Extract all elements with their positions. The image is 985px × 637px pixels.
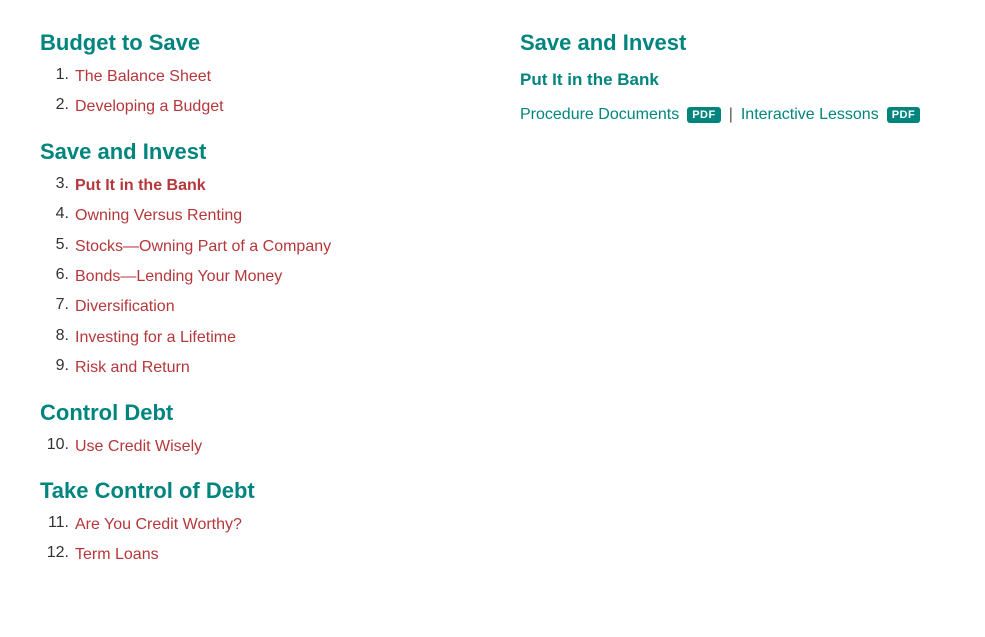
list-number: 5. <box>40 236 75 254</box>
list-link[interactable]: Are You Credit Worthy? <box>75 514 242 536</box>
list-save-and-invest: 3.Put It in the Bank4.Owning Versus Rent… <box>40 175 480 380</box>
procedure-pdf-badge[interactable]: PDF <box>687 107 721 123</box>
list-item: 10.Use Credit Wisely <box>40 436 480 458</box>
interactive-pdf-badge[interactable]: PDF <box>887 107 921 123</box>
list-link[interactable]: Developing a Budget <box>75 96 224 118</box>
list-number: 11. <box>40 514 75 532</box>
list-item: 3.Put It in the Bank <box>40 175 480 197</box>
left-column: Budget to Save1.The Balance Sheet2.Devel… <box>40 30 500 577</box>
section-heading-control-debt: Control Debt <box>40 400 480 426</box>
procedure-documents-label: Procedure Documents <box>520 106 679 124</box>
list-budget-to-save: 1.The Balance Sheet2.Developing a Budget <box>40 66 480 119</box>
page-container: Budget to Save1.The Balance Sheet2.Devel… <box>0 0 985 607</box>
list-link[interactable]: The Balance Sheet <box>75 66 211 88</box>
list-item: 12.Term Loans <box>40 544 480 566</box>
list-item: 11.Are You Credit Worthy? <box>40 514 480 536</box>
list-link[interactable]: Diversification <box>75 296 175 318</box>
list-number: 3. <box>40 175 75 193</box>
list-link[interactable]: Bonds—Lending Your Money <box>75 266 282 288</box>
procedure-row: Procedure Documents PDF | Interactive Le… <box>520 106 945 124</box>
list-link[interactable]: Put It in the Bank <box>75 175 206 197</box>
list-item: 9.Risk and Return <box>40 357 480 379</box>
list-number: 4. <box>40 205 75 223</box>
list-item: 2.Developing a Budget <box>40 96 480 118</box>
list-number: 12. <box>40 544 75 562</box>
list-item: 7.Diversification <box>40 296 480 318</box>
section-heading-budget-to-save: Budget to Save <box>40 30 480 56</box>
list-number: 2. <box>40 96 75 114</box>
list-link[interactable]: Stocks—Owning Part of a Company <box>75 236 331 258</box>
list-number: 7. <box>40 296 75 314</box>
interactive-lessons-label: Interactive Lessons <box>741 106 879 124</box>
list-link[interactable]: Investing for a Lifetime <box>75 327 236 349</box>
section-heading-take-control-of-debt: Take Control of Debt <box>40 478 480 504</box>
list-take-control-of-debt: 11.Are You Credit Worthy?12.Term Loans <box>40 514 480 567</box>
list-number: 8. <box>40 327 75 345</box>
list-number: 6. <box>40 266 75 284</box>
list-item: 6.Bonds—Lending Your Money <box>40 266 480 288</box>
list-control-debt: 10.Use Credit Wisely <box>40 436 480 458</box>
list-item: 4.Owning Versus Renting <box>40 205 480 227</box>
pipe-separator: | <box>729 106 733 124</box>
list-item: 1.The Balance Sheet <box>40 66 480 88</box>
list-link[interactable]: Use Credit Wisely <box>75 436 202 458</box>
right-sub-heading: Put It in the Bank <box>520 70 945 90</box>
list-number: 1. <box>40 66 75 84</box>
list-link[interactable]: Risk and Return <box>75 357 190 379</box>
right-column: Save and Invest Put It in the Bank Proce… <box>500 30 945 577</box>
section-heading-save-and-invest: Save and Invest <box>40 139 480 165</box>
list-item: 8.Investing for a Lifetime <box>40 327 480 349</box>
right-section-heading: Save and Invest <box>520 30 945 56</box>
list-number: 10. <box>40 436 75 454</box>
list-item: 5.Stocks—Owning Part of a Company <box>40 236 480 258</box>
list-number: 9. <box>40 357 75 375</box>
list-link[interactable]: Term Loans <box>75 544 159 566</box>
list-link[interactable]: Owning Versus Renting <box>75 205 242 227</box>
